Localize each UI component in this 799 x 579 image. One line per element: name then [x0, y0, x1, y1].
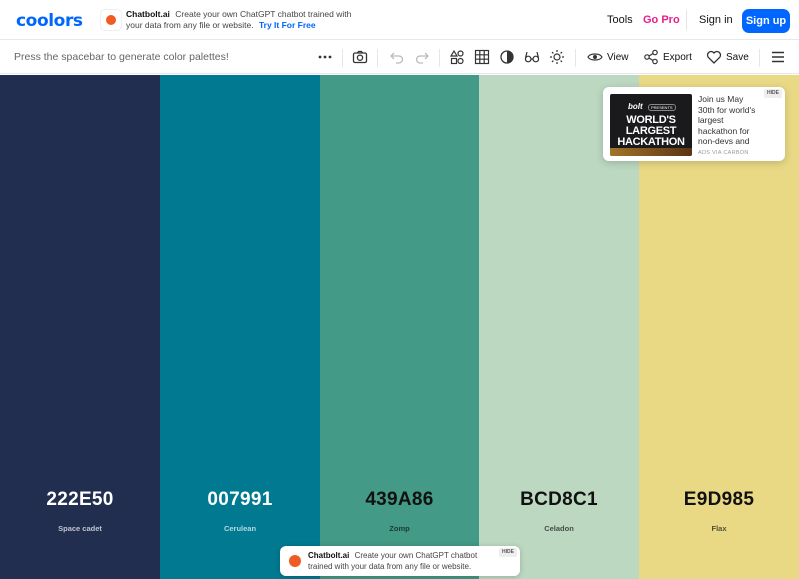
- bottom-promo-text: Chatbolt.ai Create your own ChatGPT chat…: [308, 550, 503, 572]
- heart-icon[interactable]: [706, 49, 722, 65]
- nav-divider: [686, 10, 687, 30]
- swatch-color-name[interactable]: Celadon: [479, 524, 639, 533]
- more-options-icon[interactable]: [317, 49, 333, 65]
- ad-hide-button[interactable]: HIDE: [764, 89, 782, 98]
- swatch-hex-code[interactable]: E9D985: [639, 489, 799, 511]
- contrast-icon[interactable]: [499, 49, 515, 65]
- toolbar-divider: [342, 49, 343, 67]
- toolbar-divider: [759, 49, 760, 67]
- sign-up-button[interactable]: Sign up: [742, 9, 790, 33]
- swatch-hex-code[interactable]: BCD8C1: [479, 489, 639, 511]
- save-button[interactable]: Save: [726, 52, 749, 63]
- camera-icon[interactable]: [352, 49, 368, 65]
- hackathon-ad-image[interactable]: bolt PRESENTS WORLD'S LARGEST HACKATHON: [610, 94, 692, 156]
- ad-image-brand: bolt: [628, 102, 643, 111]
- redo-icon[interactable]: [414, 49, 430, 65]
- nav-go-pro-link[interactable]: Go Pro: [643, 14, 680, 26]
- hamburger-menu-icon[interactable]: [770, 49, 786, 65]
- toolbar-divider: [575, 49, 576, 67]
- toolbar-divider: [377, 49, 378, 67]
- color-swatch-zomp[interactable]: 439A86 Zomp: [320, 75, 479, 579]
- share-icon[interactable]: [643, 49, 659, 65]
- ad-image-presents: PRESENTS: [648, 104, 676, 111]
- generate-hint-text: Press the spacebar to generate color pal…: [14, 51, 229, 63]
- header-promo-cta-link[interactable]: Try It For Free: [259, 20, 316, 30]
- swatch-hex-code[interactable]: 222E50: [0, 489, 160, 511]
- nav-tools-link[interactable]: Tools: [607, 14, 633, 26]
- undo-icon[interactable]: [389, 49, 405, 65]
- toolbar-divider: [439, 49, 440, 67]
- chatbolt-logo-icon: [100, 9, 122, 31]
- bottom-promo-hide-button[interactable]: HIDE: [499, 548, 517, 557]
- glasses-icon[interactable]: [524, 49, 540, 65]
- header-promo-text: Chatbolt.ai Create your own ChatGPT chat…: [126, 9, 356, 31]
- header-promo[interactable]: Chatbolt.ai Create your own ChatGPT chat…: [100, 7, 351, 35]
- bottom-promo-banner[interactable]: Chatbolt.ai Create your own ChatGPT chat…: [280, 546, 520, 576]
- ad-image-line: HACKATHON: [617, 136, 685, 148]
- eye-icon[interactable]: [587, 49, 603, 65]
- swatch-color-name[interactable]: Flax: [639, 524, 799, 533]
- bottom-promo-brand: Chatbolt.ai: [308, 551, 350, 560]
- brightness-icon[interactable]: [549, 49, 565, 65]
- swatch-color-name[interactable]: Space cadet: [0, 524, 160, 533]
- ads-via-carbon-link[interactable]: ADS VIA CARBON: [698, 150, 749, 156]
- swatch-color-name[interactable]: Zomp: [320, 524, 479, 533]
- carbon-ad[interactable]: bolt PRESENTS WORLD'S LARGEST HACKATHON …: [603, 87, 785, 161]
- coolors-logo[interactable]: coolors: [16, 11, 83, 31]
- palette-toolbar: Press the spacebar to generate color pal…: [0, 40, 799, 74]
- chatbolt-logo-icon: [287, 553, 303, 569]
- swatch-hex-code[interactable]: 007991: [160, 489, 320, 511]
- swatch-hex-code[interactable]: 439A86: [320, 489, 479, 511]
- view-button[interactable]: View: [607, 52, 629, 63]
- ad-description[interactable]: Join us May 30th for world's largest hac…: [698, 94, 762, 144]
- color-swatch-space-cadet[interactable]: 222E50 Space cadet: [0, 75, 160, 579]
- grid-icon[interactable]: [474, 49, 490, 65]
- header-promo-brand: Chatbolt.ai: [126, 9, 170, 19]
- shapes-icon[interactable]: [449, 49, 465, 65]
- swatch-color-name[interactable]: Cerulean: [160, 524, 320, 533]
- sign-in-link[interactable]: Sign in: [699, 14, 733, 26]
- color-swatch-cerulean[interactable]: 007991 Cerulean: [160, 75, 320, 579]
- top-header: coolors Chatbolt.ai Create your own Chat…: [0, 0, 799, 40]
- export-button[interactable]: Export: [663, 52, 692, 63]
